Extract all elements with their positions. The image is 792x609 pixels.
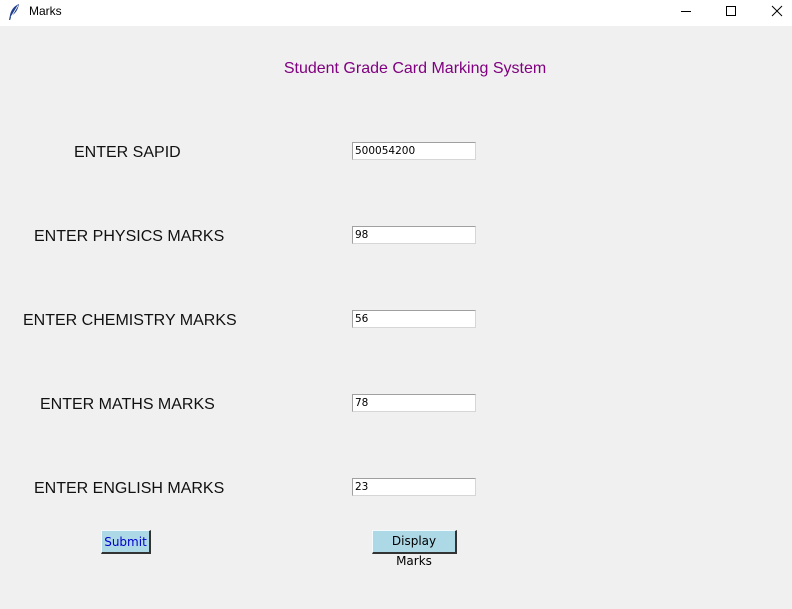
sapid-input[interactable]	[352, 142, 476, 160]
window-title: Marks	[29, 4, 62, 18]
sapid-label: ENTER SAPID	[74, 144, 181, 161]
chemistry-label: ENTER CHEMISTRY MARKS	[23, 312, 237, 329]
maximize-button[interactable]	[708, 0, 754, 22]
english-input[interactable]	[352, 478, 476, 496]
chemistry-input[interactable]	[352, 310, 476, 328]
form-area: Student Grade Card Marking System ENTER …	[0, 26, 792, 609]
display-marks-button[interactable]: Display Marks	[372, 530, 457, 568]
minimize-icon	[680, 5, 692, 17]
feather-icon	[7, 3, 21, 21]
submit-button[interactable]: Submit	[101, 530, 151, 554]
maths-input[interactable]	[352, 394, 476, 412]
minimize-button[interactable]	[663, 0, 709, 22]
english-label: ENTER ENGLISH MARKS	[34, 480, 225, 497]
close-button[interactable]	[754, 0, 792, 22]
maths-label: ENTER MATHS MARKS	[40, 396, 215, 413]
page-title: Student Grade Card Marking System	[283, 60, 547, 77]
physics-input[interactable]	[352, 226, 476, 244]
title-bar[interactable]: Marks	[0, 0, 792, 26]
close-icon	[771, 5, 783, 17]
physics-label: ENTER PHYSICS MARKS	[34, 228, 225, 245]
maximize-icon	[725, 5, 737, 17]
